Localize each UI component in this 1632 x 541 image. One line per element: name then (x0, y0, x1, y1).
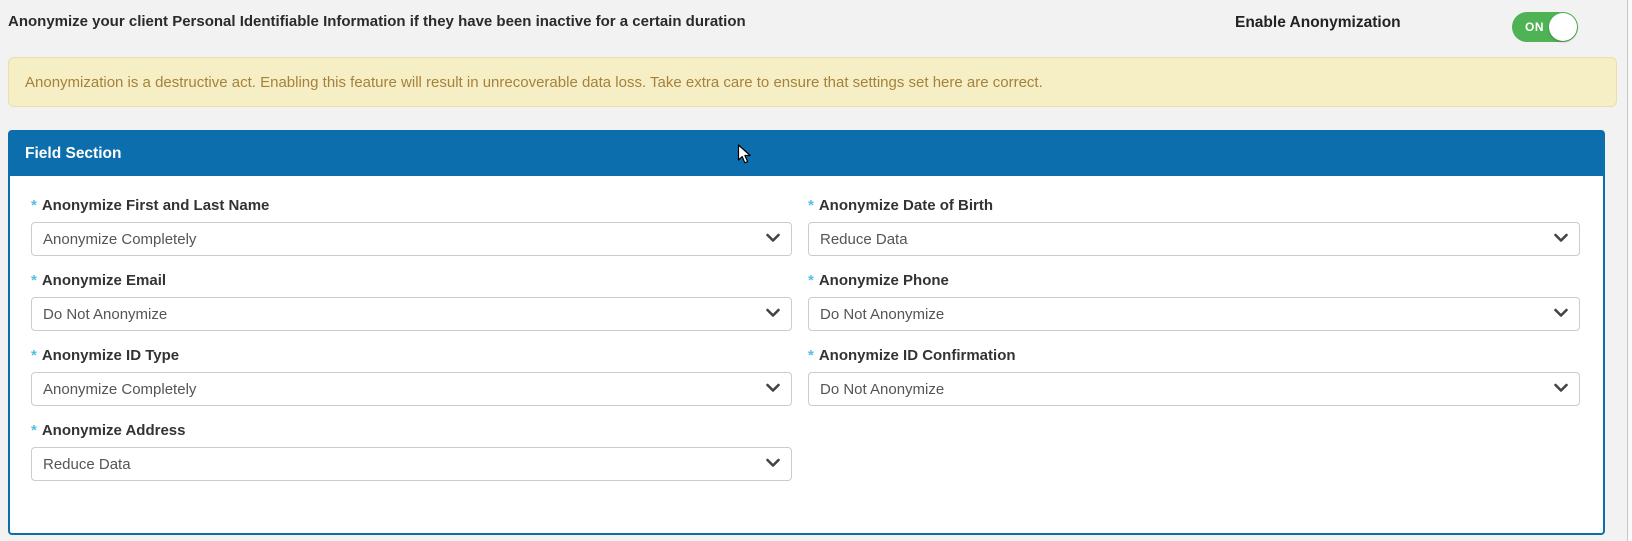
form-column-left: * Anonymize First and Last Name Anonymize… (31, 197, 792, 497)
select-wrapper: Anonymize Completely (31, 222, 792, 256)
panel-body: * Anonymize First and Last Name Anonymize… (10, 176, 1603, 497)
field-label-text: Anonymize Phone (819, 272, 949, 289)
field-section-panel: Field Section * Anonymize First and Last … (8, 130, 1605, 535)
enable-anonymization-label: Enable Anonymization (1235, 14, 1401, 32)
field-label: * Anonymize Phone (808, 272, 1580, 289)
id-type-select[interactable]: Anonymize Completely (31, 372, 792, 406)
required-asterisk: * (31, 347, 37, 364)
field-label-text: Anonymize Date of Birth (819, 197, 993, 214)
field-label: * Anonymize ID Type (31, 347, 792, 364)
select-wrapper: Do Not Anonymize (808, 372, 1580, 406)
panel-title: Field Section (25, 145, 121, 163)
form-column-right: * Anonymize Date of Birth Reduce Data * An… (808, 197, 1580, 497)
field-first-last-name: * Anonymize First and Last Name Anonymize… (31, 197, 792, 256)
field-email: * Anonymize Email Do Not Anonymize (31, 272, 792, 331)
field-label: * Anonymize ID Confirmation (808, 347, 1580, 364)
required-asterisk: * (808, 347, 814, 364)
required-asterisk: * (808, 272, 814, 289)
select-wrapper: Do Not Anonymize (31, 297, 792, 331)
panel-header: Field Section (10, 132, 1603, 176)
toggle-knob-icon (1549, 13, 1577, 41)
required-asterisk: * (31, 197, 37, 214)
id-confirmation-select[interactable]: Do Not Anonymize (808, 372, 1580, 406)
toggle-state-label: ON (1525, 20, 1544, 34)
field-label-text: Anonymize Email (42, 272, 166, 289)
date-of-birth-select[interactable]: Reduce Data (808, 222, 1580, 256)
field-label: * Anonymize First and Last Name (31, 197, 792, 214)
destructive-warning-banner: Anonymization is a destructive act. Enab… (8, 57, 1617, 107)
select-wrapper: Do Not Anonymize (808, 297, 1580, 331)
field-label-text: Anonymize ID Type (42, 347, 179, 364)
email-select[interactable]: Do Not Anonymize (31, 297, 792, 331)
select-wrapper: Reduce Data (808, 222, 1580, 256)
required-asterisk: * (31, 272, 37, 289)
vertical-scrollbar[interactable] (1627, 0, 1632, 541)
field-id-confirmation: * Anonymize ID Confirmation Do Not Anonym… (808, 347, 1580, 406)
page-description: Anonymize your client Personal Identifia… (8, 13, 746, 30)
field-id-type: * Anonymize ID Type Anonymize Completely (31, 347, 792, 406)
field-label-text: Anonymize First and Last Name (42, 197, 270, 214)
required-asterisk: * (808, 197, 814, 214)
enable-anonymization-toggle[interactable]: ON (1512, 12, 1578, 42)
select-wrapper: Reduce Data (31, 447, 792, 481)
phone-select[interactable]: Do Not Anonymize (808, 297, 1580, 331)
field-phone: * Anonymize Phone Do Not Anonymize (808, 272, 1580, 331)
required-asterisk: * (31, 422, 37, 439)
field-label-text: Anonymize ID Confirmation (819, 347, 1016, 364)
address-select[interactable]: Reduce Data (31, 447, 792, 481)
first-last-name-select[interactable]: Anonymize Completely (31, 222, 792, 256)
warning-text: Anonymization is a destructive act. Enab… (25, 74, 1043, 91)
field-address: * Anonymize Address Reduce Data (31, 422, 792, 481)
field-label: * Anonymize Address (31, 422, 792, 439)
field-date-of-birth: * Anonymize Date of Birth Reduce Data (808, 197, 1580, 256)
field-label-text: Anonymize Address (42, 422, 186, 439)
select-wrapper: Anonymize Completely (31, 372, 792, 406)
field-label: * Anonymize Email (31, 272, 792, 289)
field-label: * Anonymize Date of Birth (808, 197, 1580, 214)
